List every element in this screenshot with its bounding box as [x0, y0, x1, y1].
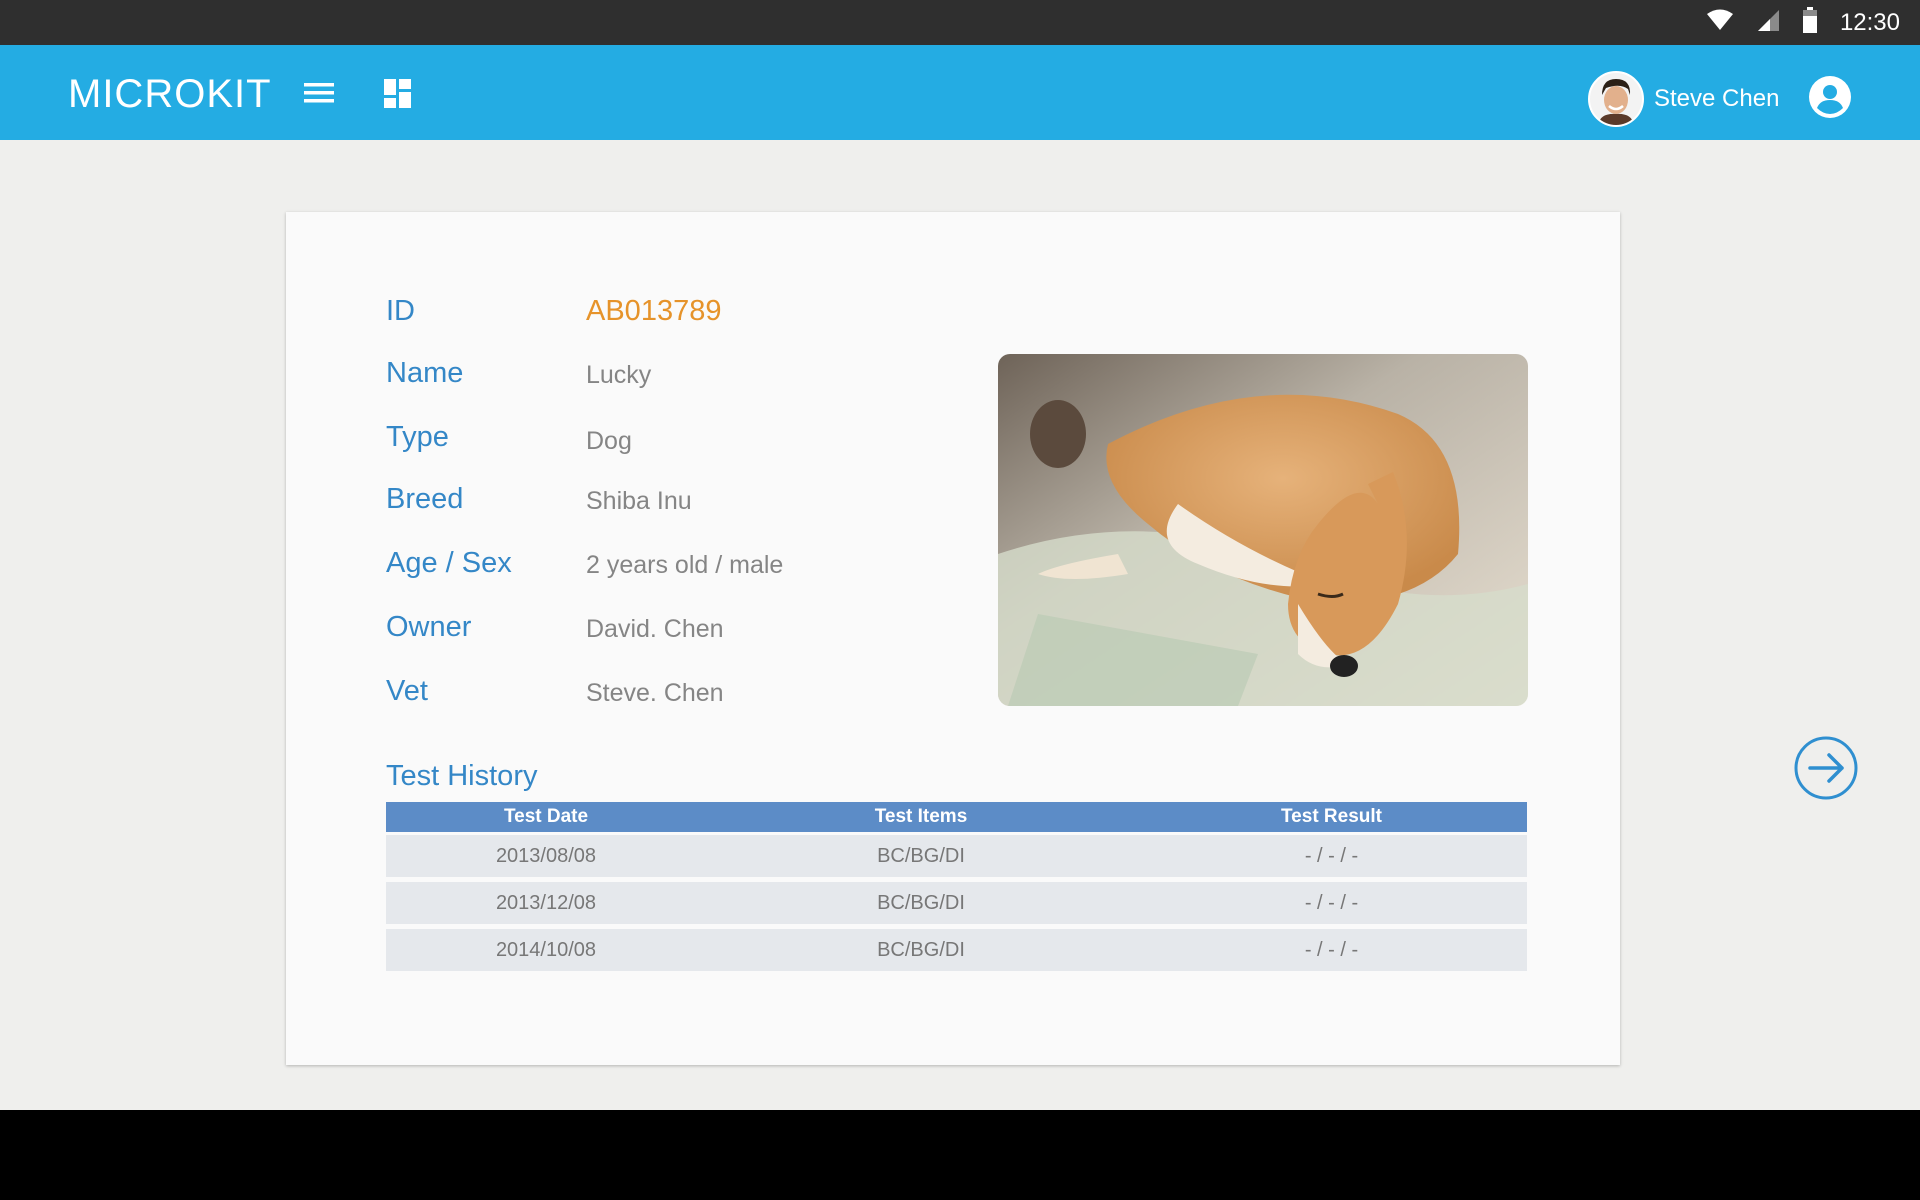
- name-value: Lucky: [586, 361, 652, 389]
- main-content: ID AB013789 Name Lucky Type Dog Breed Sh…: [0, 140, 1920, 1110]
- vet-label: Vet: [386, 675, 428, 707]
- column-header[interactable]: Test Date: [386, 806, 706, 828]
- id-value: AB013789: [586, 295, 722, 327]
- navigation-bar: [0, 1110, 1920, 1200]
- table-row[interactable]: 2013/12/08 BC/BG/DI - / - / -: [386, 882, 1527, 924]
- cell-signal-icon: [1756, 8, 1780, 37]
- app-brand: MICROKIT: [68, 72, 272, 116]
- user-name: Steve Chen: [1654, 85, 1780, 112]
- type-value: Dog: [586, 427, 632, 455]
- wifi-icon: [1706, 9, 1734, 36]
- table-row[interactable]: 2013/08/08 BC/BG/DI - / - / -: [386, 835, 1527, 877]
- table-cell: - / - / -: [1304, 938, 1359, 961]
- table-row[interactable]: 2014/10/08 BC/BG/DI - / - / -: [386, 929, 1527, 971]
- table-cell: 2013/08/08: [495, 844, 597, 867]
- dashboard-button[interactable]: [380, 75, 416, 111]
- vet-value: Steve. Chen: [586, 679, 724, 707]
- table-cell: - / - / -: [1304, 844, 1359, 867]
- next-button[interactable]: [1793, 735, 1859, 801]
- table-cell: BC/BG/DI: [877, 938, 965, 961]
- owner-value: David. Chen: [586, 615, 724, 643]
- user-profile[interactable]: Steve Chen: [1588, 71, 1779, 127]
- test-history-table: Test Date Test Items Test Result 2013/08…: [386, 802, 1527, 971]
- test-history-title: Test History: [386, 760, 538, 792]
- name-label: Name: [386, 357, 464, 389]
- column-header[interactable]: Test Items: [706, 806, 1136, 828]
- age-sex-label: Age / Sex: [386, 547, 512, 579]
- owner-label: Owner: [386, 611, 472, 643]
- hamburger-menu-icon: [302, 83, 338, 113]
- pet-photo: [998, 354, 1528, 706]
- app-bar: MICROKIT Steve Chen: [0, 45, 1920, 140]
- breed-value: Shiba Inu: [586, 487, 692, 515]
- table-header: Test Date Test Items Test Result: [386, 802, 1527, 832]
- table-cell: BC/BG/DI: [877, 891, 965, 914]
- status-bar: 12:30: [0, 0, 1920, 45]
- table-cell: BC/BG/DI: [877, 844, 965, 867]
- account-button[interactable]: [1808, 75, 1852, 119]
- account-circle-icon: [1808, 76, 1852, 123]
- age-sex-value: 2 years old / male: [586, 551, 784, 579]
- table-cell: 2014/10/08: [495, 938, 597, 961]
- table-cell: 2013/12/08: [495, 891, 597, 914]
- battery-icon: [1802, 7, 1818, 38]
- status-time: 12:30: [1839, 8, 1900, 36]
- breed-label: Breed: [386, 483, 464, 515]
- column-header[interactable]: Test Result: [1136, 806, 1527, 828]
- arrow-right-circle-icon: [1793, 736, 1859, 805]
- status-icons: 12:30: [1706, 0, 1900, 45]
- type-label: Type: [386, 421, 449, 453]
- id-label: ID: [386, 295, 415, 327]
- menu-button[interactable]: [302, 77, 338, 109]
- dashboard-icon: [380, 79, 416, 115]
- avatar: [1588, 71, 1644, 127]
- table-cell: - / - / -: [1304, 891, 1359, 914]
- pet-detail-card: ID AB013789 Name Lucky Type Dog Breed Sh…: [286, 212, 1620, 1065]
